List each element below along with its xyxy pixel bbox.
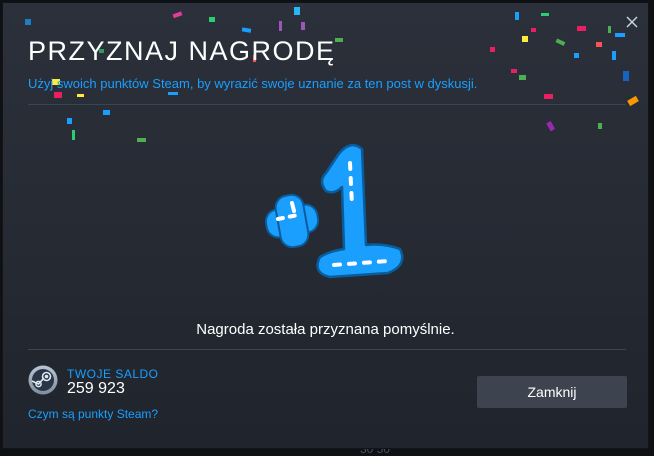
success-message: Nagroda została przyznana pomyślnie. (196, 321, 455, 338)
steam-logo-icon (28, 365, 58, 395)
close-button[interactable]: Zamknij (477, 376, 627, 408)
divider (28, 104, 626, 105)
steam-points-help-link[interactable]: Czym są punkty Steam? (28, 407, 158, 421)
divider (28, 349, 626, 350)
dialog-subtitle: Użyj swoich punktów Steam, by wyrazić sw… (28, 76, 478, 91)
dialog-title: PRZYZNAJ NAGRODĘ (28, 36, 336, 66)
award-dialog: PRZYZNAJ NAGRODĘ Użyj swoich punktów Ste… (3, 3, 648, 448)
balance-value: 259 923 (67, 380, 125, 397)
plus-one-award-icon (264, 143, 404, 279)
close-icon[interactable] (622, 12, 642, 32)
balance-label: TWOJE SALDO (67, 367, 159, 381)
